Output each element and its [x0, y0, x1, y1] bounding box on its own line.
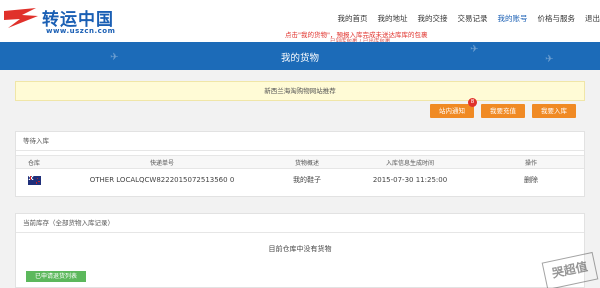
nav-address[interactable]: 我的地址 [378, 13, 408, 24]
description-cell: 我的鞋子 [293, 176, 321, 184]
recharge-button[interactable]: 我要充值 [481, 104, 525, 118]
pending-panel: 等待入库 仓库 快递单号 货物概述 入库信息生成时间 操作 OTHER LOCA… [15, 131, 585, 197]
nz-flag-icon [27, 175, 41, 185]
tracking-cell: OTHER LOCALQCW8222015072513560 0 [89, 176, 235, 184]
nav-handover[interactable]: 我的交接 [418, 13, 448, 24]
delete-link[interactable]: 删除 [478, 170, 584, 190]
nav-transactions[interactable]: 交易记录 [458, 13, 488, 24]
main-nav: 我的首页 我的地址 我的交接 交易记录 我的账号 价格与服务 退出 [328, 13, 600, 24]
nav-logout[interactable]: 退出 [585, 13, 600, 24]
notify-count-badge: 8 [468, 98, 477, 107]
nav-home[interactable]: 我的首页 [338, 13, 368, 24]
col-action: 操作 [524, 159, 537, 167]
inbound-button[interactable]: 我要入库 [532, 104, 576, 118]
return-list-button[interactable]: 已申请退货列表 [26, 271, 87, 282]
page-banner: ✈ ✈ ✈ 我的货物 [0, 42, 600, 70]
action-buttons: 站内通知 8 我要充值 我要入库 [430, 98, 583, 118]
inventory-title: 当前库存（全部货物入库记录） [16, 214, 584, 233]
top-bar: 转运中国 www.uszcn.com 我的首页 我的地址 我的交接 交易记录 我… [0, 0, 600, 45]
col-description: 货物概述 [294, 159, 319, 167]
pending-title: 等待入库 [16, 132, 584, 151]
logo-mark-icon [4, 8, 38, 28]
warehouse-cell [16, 170, 52, 190]
nav-pricing[interactable]: 价格与服务 [538, 13, 576, 24]
recommend-bar[interactable]: 新西兰海淘购物网站推荐 [15, 81, 585, 101]
created-cell: 2015-07-30 11:25:00 [372, 176, 448, 184]
brand-logo[interactable]: 转运中国 www.uszcn.com [2, 3, 120, 39]
col-warehouse: 仓库 [27, 159, 40, 167]
notify-button[interactable]: 站内通知 8 [430, 98, 477, 118]
page-title: 我的货物 [280, 53, 319, 64]
inventory-panel: 当前库存（全部货物入库记录） 目前仓库中没有货物 已申请退货列表 [15, 213, 585, 288]
col-tracking: 快递单号 [149, 159, 174, 167]
col-created: 入库信息生成时间 [385, 159, 434, 167]
inventory-empty-message: 目前仓库中没有货物 [268, 245, 332, 253]
notify-button-label: 站内通知 [439, 107, 465, 115]
brand-url: www.uszcn.com [46, 27, 116, 35]
nav-account[interactable]: 我的账号 [498, 13, 528, 24]
table-row: OTHER LOCALQCW8222015072513560 0 我的鞋子 20… [16, 170, 584, 190]
table-header: 仓库 快递单号 货物概述 入库信息生成时间 操作 [16, 155, 584, 169]
